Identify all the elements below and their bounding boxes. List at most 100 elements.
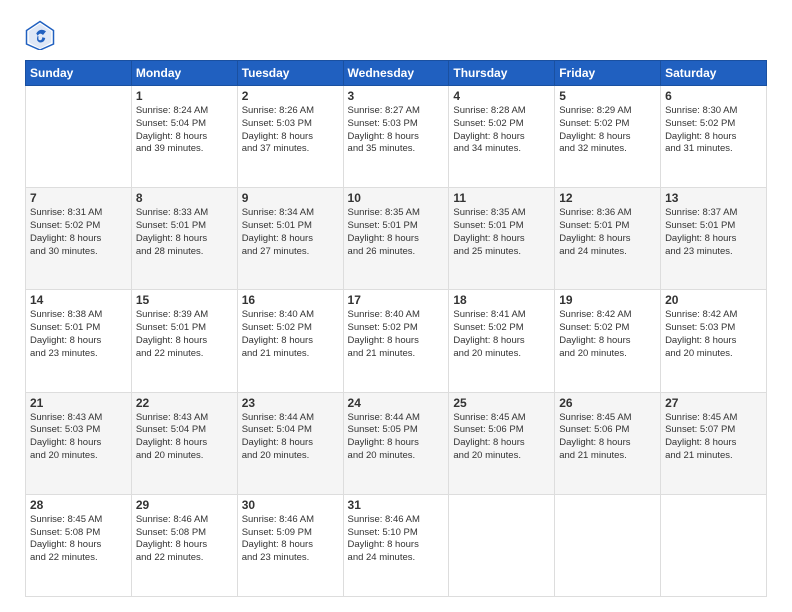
calendar-cell: 16 Sunrise: 8:40 AMSunset: 5:02 PMDayligh… (237, 290, 343, 392)
col-header-tuesday: Tuesday (237, 61, 343, 86)
calendar-row-2: 14 Sunrise: 8:38 AMSunset: 5:01 PMDayligh… (26, 290, 767, 392)
day-number: 12 (559, 191, 656, 205)
calendar-cell: 26 Sunrise: 8:45 AMSunset: 5:06 PMDayligh… (555, 392, 661, 494)
calendar-table: SundayMondayTuesdayWednesdayThursdayFrid… (25, 60, 767, 597)
calendar-cell: 31 Sunrise: 8:46 AMSunset: 5:10 PMDayligh… (343, 494, 449, 596)
logo (25, 20, 59, 50)
cell-details: Sunrise: 8:38 AMSunset: 5:01 PMDaylight:… (30, 309, 127, 360)
calendar-cell (26, 86, 132, 188)
cell-details: Sunrise: 8:46 AMSunset: 5:08 PMDaylight:… (136, 514, 233, 565)
col-header-monday: Monday (131, 61, 237, 86)
cell-details: Sunrise: 8:29 AMSunset: 5:02 PMDaylight:… (559, 105, 656, 156)
calendar-cell: 17 Sunrise: 8:40 AMSunset: 5:02 PMDayligh… (343, 290, 449, 392)
cell-details: Sunrise: 8:44 AMSunset: 5:05 PMDaylight:… (348, 412, 445, 463)
calendar-row-0: 1 Sunrise: 8:24 AMSunset: 5:04 PMDaylight… (26, 86, 767, 188)
day-number: 5 (559, 89, 656, 103)
col-header-thursday: Thursday (449, 61, 555, 86)
day-number: 10 (348, 191, 445, 205)
calendar-header-row: SundayMondayTuesdayWednesdayThursdayFrid… (26, 61, 767, 86)
calendar-cell: 10 Sunrise: 8:35 AMSunset: 5:01 PMDayligh… (343, 188, 449, 290)
cell-details: Sunrise: 8:34 AMSunset: 5:01 PMDaylight:… (242, 207, 339, 258)
calendar-cell: 18 Sunrise: 8:41 AMSunset: 5:02 PMDayligh… (449, 290, 555, 392)
calendar-cell: 22Sunrise: 8:43 AMSunset: 5:04 PMDayligh… (131, 392, 237, 494)
day-number: 20 (665, 293, 762, 307)
calendar-cell: 28 Sunrise: 8:45 AMSunset: 5:08 PMDayligh… (26, 494, 132, 596)
day-number: 11 (453, 191, 550, 205)
calendar-cell: 15 Sunrise: 8:39 AMSunset: 5:01 PMDayligh… (131, 290, 237, 392)
calendar-cell: 5 Sunrise: 8:29 AMSunset: 5:02 PMDaylight… (555, 86, 661, 188)
calendar-cell: 2 Sunrise: 8:26 AMSunset: 5:03 PMDaylight… (237, 86, 343, 188)
day-number: 16 (242, 293, 339, 307)
day-number: 3 (348, 89, 445, 103)
calendar-cell: 27 Sunrise: 8:45 AMSunset: 5:07 PMDayligh… (661, 392, 767, 494)
day-number: 31 (348, 498, 445, 512)
day-number: 1 (136, 89, 233, 103)
day-number: 2 (242, 89, 339, 103)
day-number: 18 (453, 293, 550, 307)
day-number: 30 (242, 498, 339, 512)
cell-details: Sunrise: 8:40 AMSunset: 5:02 PMDaylight:… (348, 309, 445, 360)
calendar-cell: 24 Sunrise: 8:44 AMSunset: 5:05 PMDayligh… (343, 392, 449, 494)
calendar-cell: 29Sunrise: 8:46 AMSunset: 5:08 PMDayligh… (131, 494, 237, 596)
calendar-row-3: 21 Sunrise: 8:43 AMSunset: 5:03 PMDayligh… (26, 392, 767, 494)
calendar-cell: 6 Sunrise: 8:30 AMSunset: 5:02 PMDaylight… (661, 86, 767, 188)
cell-details: Sunrise: 8:42 AMSunset: 5:03 PMDaylight:… (665, 309, 762, 360)
cell-details: Sunrise: 8:31 AMSunset: 5:02 PMDaylight:… (30, 207, 127, 258)
calendar-cell: 3 Sunrise: 8:27 AMSunset: 5:03 PMDaylight… (343, 86, 449, 188)
page: SundayMondayTuesdayWednesdayThursdayFrid… (0, 0, 792, 612)
day-number: 14 (30, 293, 127, 307)
day-number: 25 (453, 396, 550, 410)
cell-details: Sunrise: 8:26 AMSunset: 5:03 PMDaylight:… (242, 105, 339, 156)
calendar-cell: 9Sunrise: 8:34 AMSunset: 5:01 PMDaylight… (237, 188, 343, 290)
cell-details: Sunrise: 8:45 AMSunset: 5:06 PMDaylight:… (559, 412, 656, 463)
day-number: 24 (348, 396, 445, 410)
cell-details: Sunrise: 8:44 AMSunset: 5:04 PMDaylight:… (242, 412, 339, 463)
calendar-cell: 21 Sunrise: 8:43 AMSunset: 5:03 PMDayligh… (26, 392, 132, 494)
cell-details: Sunrise: 8:30 AMSunset: 5:02 PMDaylight:… (665, 105, 762, 156)
cell-details: Sunrise: 8:45 AMSunset: 5:08 PMDaylight:… (30, 514, 127, 565)
calendar-cell: 7Sunrise: 8:31 AMSunset: 5:02 PMDaylight… (26, 188, 132, 290)
cell-details: Sunrise: 8:40 AMSunset: 5:02 PMDaylight:… (242, 309, 339, 360)
calendar-cell: 8 Sunrise: 8:33 AMSunset: 5:01 PMDaylight… (131, 188, 237, 290)
cell-details: Sunrise: 8:24 AMSunset: 5:04 PMDaylight:… (136, 105, 233, 156)
calendar-row-4: 28 Sunrise: 8:45 AMSunset: 5:08 PMDayligh… (26, 494, 767, 596)
day-number: 13 (665, 191, 762, 205)
calendar-row-1: 7Sunrise: 8:31 AMSunset: 5:02 PMDaylight… (26, 188, 767, 290)
cell-details: Sunrise: 8:45 AMSunset: 5:07 PMDaylight:… (665, 412, 762, 463)
day-number: 4 (453, 89, 550, 103)
col-header-saturday: Saturday (661, 61, 767, 86)
cell-details: Sunrise: 8:46 AMSunset: 5:10 PMDaylight:… (348, 514, 445, 565)
cell-details: Sunrise: 8:46 AMSunset: 5:09 PMDaylight:… (242, 514, 339, 565)
cell-details: Sunrise: 8:35 AMSunset: 5:01 PMDaylight:… (348, 207, 445, 258)
header (25, 20, 767, 50)
calendar-cell (555, 494, 661, 596)
cell-details: Sunrise: 8:41 AMSunset: 5:02 PMDaylight:… (453, 309, 550, 360)
calendar-cell: 25Sunrise: 8:45 AMSunset: 5:06 PMDayligh… (449, 392, 555, 494)
cell-details: Sunrise: 8:43 AMSunset: 5:03 PMDaylight:… (30, 412, 127, 463)
cell-details: Sunrise: 8:39 AMSunset: 5:01 PMDaylight:… (136, 309, 233, 360)
calendar-cell: 23 Sunrise: 8:44 AMSunset: 5:04 PMDayligh… (237, 392, 343, 494)
cell-details: Sunrise: 8:36 AMSunset: 5:01 PMDaylight:… (559, 207, 656, 258)
day-number: 15 (136, 293, 233, 307)
day-number: 21 (30, 396, 127, 410)
day-number: 6 (665, 89, 762, 103)
calendar-cell: 20 Sunrise: 8:42 AMSunset: 5:03 PMDayligh… (661, 290, 767, 392)
day-number: 23 (242, 396, 339, 410)
day-number: 8 (136, 191, 233, 205)
day-number: 22 (136, 396, 233, 410)
col-header-friday: Friday (555, 61, 661, 86)
calendar-cell: 1 Sunrise: 8:24 AMSunset: 5:04 PMDaylight… (131, 86, 237, 188)
col-header-wednesday: Wednesday (343, 61, 449, 86)
day-number: 26 (559, 396, 656, 410)
day-number: 19 (559, 293, 656, 307)
logo-icon (25, 20, 55, 50)
day-number: 17 (348, 293, 445, 307)
cell-details: Sunrise: 8:33 AMSunset: 5:01 PMDaylight:… (136, 207, 233, 258)
day-number: 28 (30, 498, 127, 512)
cell-details: Sunrise: 8:27 AMSunset: 5:03 PMDaylight:… (348, 105, 445, 156)
calendar-cell: 11Sunrise: 8:35 AMSunset: 5:01 PMDayligh… (449, 188, 555, 290)
calendar-cell: 19Sunrise: 8:42 AMSunset: 5:02 PMDayligh… (555, 290, 661, 392)
calendar-cell: 12 Sunrise: 8:36 AMSunset: 5:01 PMDayligh… (555, 188, 661, 290)
calendar-cell (661, 494, 767, 596)
day-number: 27 (665, 396, 762, 410)
